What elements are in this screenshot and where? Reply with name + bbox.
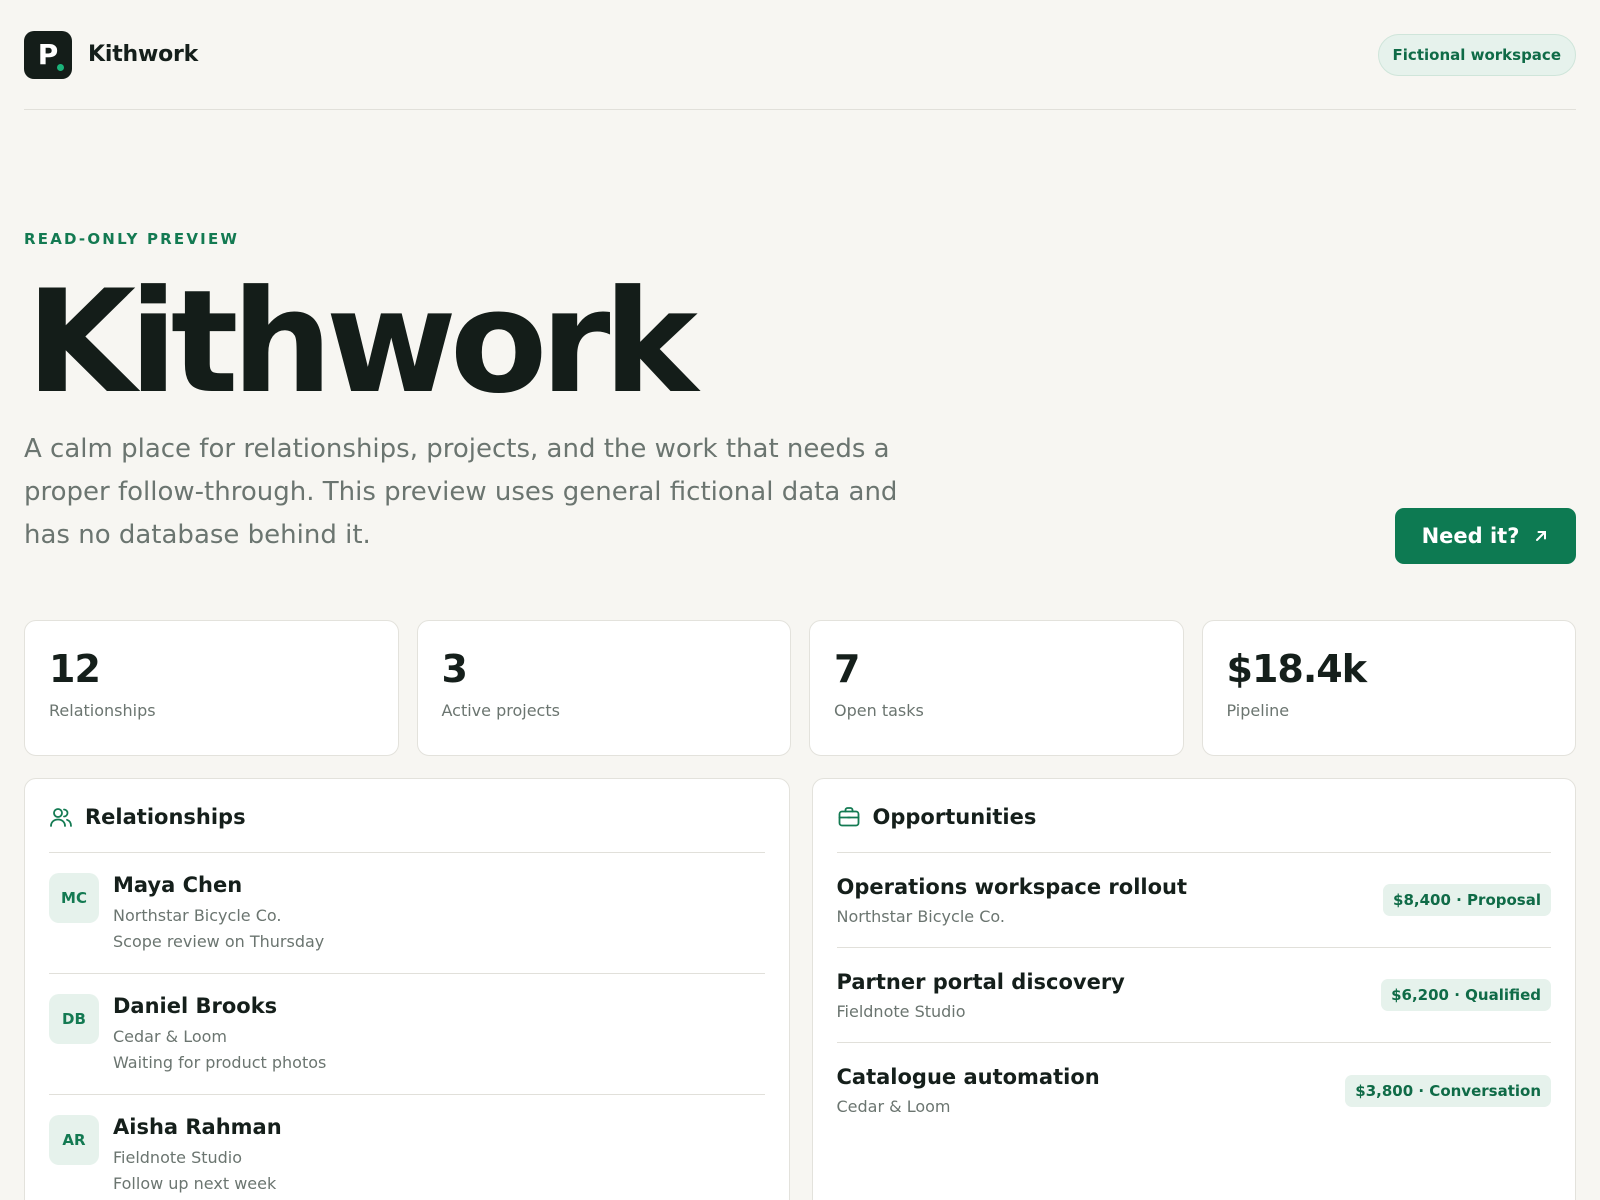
- stat-value: 3: [441, 647, 468, 691]
- opportunity-company: Cedar & Loom: [836, 1097, 951, 1116]
- opportunity-info: Catalogue automation Cedar & Loom: [837, 1065, 1100, 1116]
- stat-label: Open tasks: [834, 701, 924, 720]
- opportunity-name: Catalogue automation: [836, 1065, 1100, 1089]
- list-item[interactable]: MC Maya Chen Northstar Bicycle Co. Scope…: [49, 853, 765, 974]
- stat-card-relationships: 12 Relationships: [24, 620, 399, 756]
- relationship-company: Fieldnote Studio: [113, 1148, 243, 1167]
- opportunities-panel: Opportunities Operations workspace rollo…: [811, 778, 1576, 1200]
- logo: P: [24, 30, 72, 79]
- opportunity-badge: $6,200 · Qualified: [1381, 979, 1551, 1011]
- stat-label: Relationships: [49, 701, 156, 720]
- stat-card-pipeline: $18.4k Pipeline: [1201, 620, 1576, 756]
- opportunity-name: Operations workspace rollout: [836, 874, 1188, 899]
- opportunity-badge: $3,800 · Conversation: [1345, 1074, 1551, 1107]
- opportunities-title: Opportunities: [872, 804, 1037, 829]
- stat-value: 7: [834, 647, 860, 691]
- opportunity-badge: $8,400 · Proposal: [1383, 884, 1551, 916]
- stat-label: Pipeline: [1226, 701, 1290, 720]
- opportunity-company: Fieldnote Studio: [836, 1001, 966, 1021]
- table-row[interactable]: Operations workspace rollout Northstar B…: [836, 853, 1551, 948]
- need-it-label: Need it?: [1421, 524, 1520, 548]
- relationship-name: Maya Chen: [113, 873, 243, 897]
- hero-title: Kithwork: [26, 260, 698, 425]
- opportunities-header: Opportunities: [836, 779, 1551, 853]
- opportunity-name: Partner portal discovery: [836, 969, 1125, 994]
- stat-value: $18.4k: [1226, 647, 1367, 691]
- users-icon: [50, 807, 72, 827]
- list-item[interactable]: AR Aisha Rahman Fieldnote Studio Follow …: [49, 1095, 765, 1200]
- hero-description: A calm place for relationships, projects…: [24, 434, 898, 550]
- relationship-info: Maya Chen Northstar Bicycle Co. Scope re…: [113, 873, 324, 955]
- relationship-company: Northstar Bicycle Co.: [113, 906, 282, 925]
- brand-name: Kithwork: [88, 42, 199, 67]
- relationship-info: Aisha Rahman Fieldnote Studio Follow up …: [113, 1115, 282, 1198]
- avatar: DB: [49, 994, 99, 1044]
- hero-eyebrow: READ-ONLY PREVIEW: [24, 230, 240, 248]
- workspace-badge: Fictional workspace: [1377, 33, 1576, 76]
- opportunity-info: Partner portal discovery Fieldnote Studi…: [837, 970, 1125, 1021]
- relationship-company: Cedar & Loom: [113, 1027, 227, 1046]
- relationship-name: Daniel Brooks: [113, 994, 278, 1018]
- avatar: AR: [49, 1115, 99, 1165]
- stat-value: 12: [49, 647, 101, 691]
- relationship-name: Aisha Rahman: [113, 1115, 282, 1139]
- hero: READ-ONLY PREVIEW Kithwork A calm place …: [24, 110, 1576, 612]
- table-row[interactable]: Partner portal discovery Fieldnote Studi…: [836, 948, 1551, 1043]
- briefcase-icon: [838, 806, 859, 826]
- opportunity-company: Northstar Bicycle Co.: [836, 906, 1005, 926]
- need-it-button[interactable]: Need it?: [1395, 508, 1576, 564]
- stat-label: Active projects: [441, 701, 560, 720]
- relationships-title: Relationships: [85, 804, 246, 829]
- relationship-note: Scope review on Thursday: [113, 932, 325, 951]
- table-row[interactable]: Catalogue automation Cedar & Loom $3,800…: [837, 1043, 1551, 1138]
- page: P Kithwork Fictional workspace READ-ONLY…: [0, 0, 1600, 1200]
- relationships-header: Relationships: [49, 779, 765, 853]
- stats-row: 12 Relationships 3 Active projects 7 Ope…: [24, 620, 1576, 756]
- stat-card-open-tasks: 7 Open tasks: [809, 620, 1184, 756]
- relationships-panel: Relationships MC Maya Chen Northstar Bic…: [24, 778, 790, 1200]
- logo-letter: P: [37, 38, 59, 71]
- avatar: MC: [49, 873, 99, 923]
- list-item[interactable]: DB Daniel Brooks Cedar & Loom Waiting fo…: [49, 974, 765, 1095]
- arrow-up-right-icon: [1536, 531, 1547, 541]
- relationship-note: Follow up next week: [113, 1174, 277, 1193]
- opportunity-info: Operations workspace rollout Northstar B…: [837, 875, 1188, 926]
- top-bar: P Kithwork Fictional workspace: [24, 0, 1576, 110]
- relationship-note: Waiting for product photos: [113, 1053, 327, 1072]
- logo-dot: [57, 63, 64, 71]
- panels: Relationships MC Maya Chen Northstar Bic…: [24, 778, 1576, 1200]
- stat-card-active-projects: 3 Active projects: [416, 620, 791, 756]
- brand[interactable]: P Kithwork: [24, 30, 199, 79]
- relationship-info: Daniel Brooks Cedar & Loom Waiting for p…: [113, 994, 326, 1076]
